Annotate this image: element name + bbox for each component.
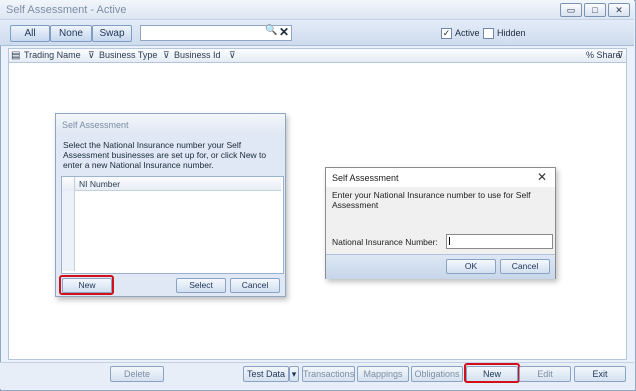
filter-icon[interactable]: ⊽: [163, 50, 170, 61]
test-data-button[interactable]: Test Data: [243, 366, 289, 382]
column-business-type[interactable]: Business Type: [99, 50, 157, 60]
dialog-cancel-button[interactable]: Cancel: [230, 278, 280, 293]
dialog-cancel-button[interactable]: Cancel: [500, 259, 550, 274]
edit-button[interactable]: Edit: [519, 366, 571, 382]
exit-button[interactable]: Exit: [574, 366, 626, 382]
delete-button[interactable]: Delete: [110, 366, 164, 382]
list-row-gutter: [62, 191, 75, 271]
filter-all-button[interactable]: All: [10, 25, 50, 42]
dialog-title: Self Assessment: [326, 168, 555, 187]
search-icon[interactable]: 🔍: [265, 25, 277, 36]
ni-number-input[interactable]: [446, 234, 553, 249]
dialog-message: Select the National Insurance number you…: [63, 140, 267, 170]
column-chooser-icon[interactable]: ▤: [11, 50, 20, 61]
dialog-title: Self Assessment: [56, 114, 285, 134]
hidden-label: Hidden: [497, 28, 526, 38]
highlight-dialog-new-button: [59, 275, 114, 295]
filter-icon[interactable]: ⊽: [229, 50, 236, 61]
restore-button[interactable]: □: [584, 3, 606, 17]
list-header-gutter: [62, 177, 74, 192]
column-ni-number[interactable]: NI Number: [74, 177, 281, 191]
select-ni-dialog: Self Assessment Select the National Insu…: [55, 113, 286, 297]
column-trading-name[interactable]: Trading Name: [24, 50, 81, 60]
test-data-dropdown-icon[interactable]: ▾: [289, 366, 299, 382]
clear-search-icon[interactable]: ✕: [279, 25, 289, 39]
ok-button[interactable]: OK: [446, 259, 496, 274]
mappings-button[interactable]: Mappings: [357, 366, 409, 382]
active-checkbox[interactable]: ✓: [441, 28, 452, 39]
close-button[interactable]: ✕: [608, 3, 630, 17]
close-icon[interactable]: ✕: [537, 170, 547, 184]
hidden-checkbox[interactable]: [483, 28, 494, 39]
window-title: Self Assessment - Active: [6, 4, 127, 16]
minimize-button[interactable]: ▭: [560, 3, 582, 17]
text-caret: [449, 237, 450, 245]
transactions-button[interactable]: Transactions: [302, 366, 355, 382]
obligations-button[interactable]: Obligations: [411, 366, 463, 382]
dialog-message: Enter your National Insurance number to …: [332, 190, 531, 210]
filter-none-button[interactable]: None: [50, 25, 92, 42]
title-bar: Self Assessment - Active: [0, 0, 634, 20]
filter-swap-button[interactable]: Swap: [92, 25, 132, 42]
column-share[interactable]: % Share: [586, 50, 621, 60]
grid-header: ▤ Trading Name ⊽ Business Type ⊽ Busines…: [8, 48, 627, 63]
ni-number-list[interactable]: NI Number: [61, 176, 284, 274]
column-business-id[interactable]: Business Id: [174, 50, 221, 60]
dialog-select-button[interactable]: Select: [176, 278, 226, 293]
active-label: Active: [455, 28, 480, 38]
highlight-new-button: [464, 363, 520, 383]
enter-ni-dialog: Self Assessment ✕ Enter your National In…: [325, 167, 556, 279]
filter-icon[interactable]: ⊽: [617, 50, 624, 61]
ni-number-label: National Insurance Number:: [332, 237, 438, 247]
filter-icon[interactable]: ⊽: [88, 50, 95, 61]
